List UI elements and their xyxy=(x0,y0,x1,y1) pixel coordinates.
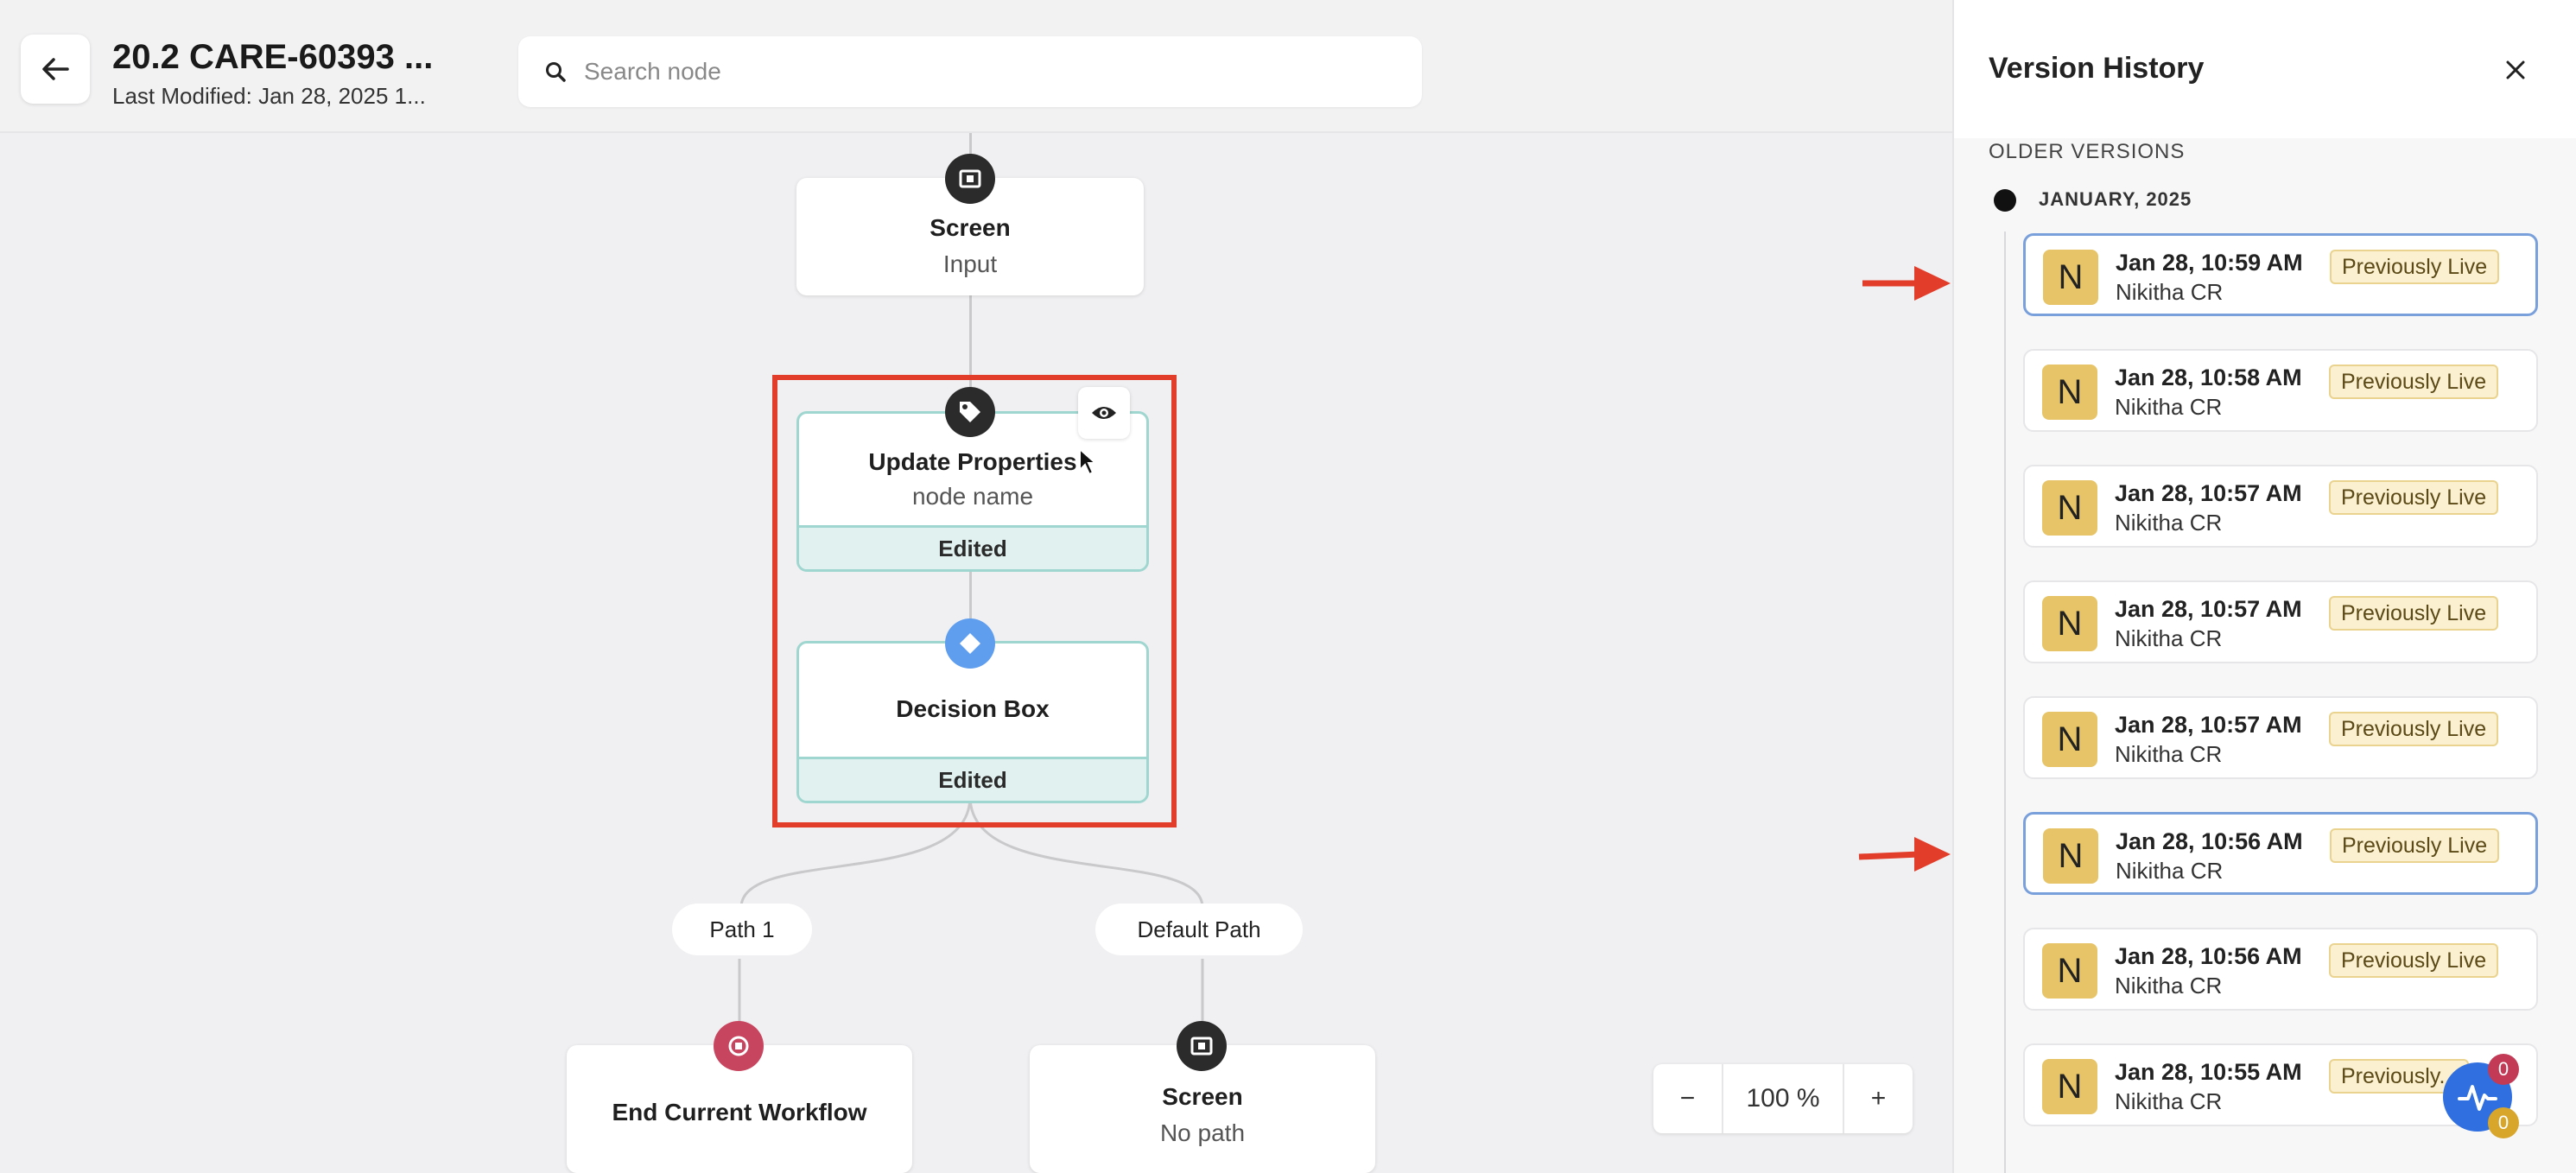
node-title: End Current Workflow xyxy=(612,1099,867,1125)
version-card[interactable]: N Jan 28, 10:57 AM Nikitha CR Previously Li… xyxy=(2023,696,2538,779)
screen-icon xyxy=(945,154,995,204)
path-label-default[interactable]: Default Path xyxy=(1095,904,1303,955)
avatar: N xyxy=(2042,1059,2097,1114)
version-author: Nikitha CR xyxy=(2116,858,2224,884)
version-author: Nikitha CR xyxy=(2115,394,2223,420)
version-timestamp: Jan 28, 10:57 AM xyxy=(2115,480,2302,506)
version-history-panel: Version History OLDER VERSIONS JANUARY, … xyxy=(1952,0,2576,1173)
avatar: N xyxy=(2042,480,2097,536)
zoom-in-button[interactable]: + xyxy=(1844,1064,1913,1133)
avatar: N xyxy=(2042,943,2097,999)
version-timestamp: Jan 28, 10:57 AM xyxy=(2115,596,2302,622)
avatar: N xyxy=(2042,596,2097,651)
version-timestamp: Jan 28, 10:59 AM xyxy=(2116,250,2303,276)
node-title: Screen xyxy=(1162,1083,1243,1110)
version-author: Nikitha CR xyxy=(2116,279,2224,305)
activity-icon xyxy=(2458,1085,2497,1111)
zoom-controls: − 100 % + xyxy=(1653,1064,1913,1133)
avatar: N xyxy=(2042,365,2097,420)
node-subtitle: Input xyxy=(942,250,998,277)
version-card[interactable]: N Jan 28, 10:56 AM Nikitha CR Previously Li… xyxy=(2023,812,2538,895)
stop-icon xyxy=(714,1021,764,1071)
workflow-title: 20.2 CARE-60393 ... xyxy=(112,38,434,76)
panel-header: Version History xyxy=(1954,0,2576,138)
panel-title: Version History xyxy=(1989,52,2205,85)
version-timestamp: Jan 28, 10:56 AM xyxy=(2115,943,2302,969)
status-badge: Previously Live xyxy=(2329,480,2499,515)
search-bar xyxy=(518,36,1422,107)
workflow-canvas[interactable]: Screen Input Update Properties node name… xyxy=(0,0,1952,1173)
timeline-dot xyxy=(1994,189,2016,212)
version-author: Nikitha CR xyxy=(2115,741,2223,767)
arrow-left-icon xyxy=(42,58,69,80)
version-timestamp: Jan 28, 10:56 AM xyxy=(2116,828,2303,854)
version-timestamp: Jan 28, 10:58 AM xyxy=(2115,365,2302,390)
version-timestamp: Jan 28, 10:57 AM xyxy=(2115,712,2302,738)
avatar: N xyxy=(2043,250,2098,305)
version-card[interactable]: N Jan 28, 10:58 AM Nikitha CR Previously Li… xyxy=(2023,349,2538,432)
close-button[interactable] xyxy=(2490,48,2541,92)
count-badge: 0 xyxy=(2488,1107,2519,1138)
version-card[interactable]: N Jan 28, 10:57 AM Nikitha CR Previously Li… xyxy=(2023,580,2538,663)
month-label: JANUARY, 2025 xyxy=(2039,188,2192,210)
status-badge: Previously Live xyxy=(2329,365,2499,399)
screen-icon xyxy=(1177,1021,1227,1071)
version-author: Nikitha CR xyxy=(2115,1088,2223,1114)
status-badge: Previously Live xyxy=(2329,712,2499,746)
zoom-level: 100 % xyxy=(1723,1064,1845,1133)
last-modified-text: Last Modified: Jan 28, 2025 1... xyxy=(112,83,426,109)
version-author: Nikitha CR xyxy=(2115,510,2223,536)
search-icon xyxy=(546,62,566,82)
top-bar: 20.2 CARE-60393 ... Last Modified: Jan 2… xyxy=(0,0,1952,133)
timeline-line xyxy=(2004,231,2006,1173)
version-author: Nikitha CR xyxy=(2115,625,2223,651)
annotation-arrow xyxy=(1858,837,1951,872)
close-icon xyxy=(2506,60,2525,79)
annotation-arrow xyxy=(1862,266,1951,301)
version-author: Nikitha CR xyxy=(2115,973,2223,999)
status-badge: Previously Live xyxy=(2330,250,2500,284)
version-card[interactable]: N Jan 28, 10:56 AM Nikitha CR Previously Li… xyxy=(2023,928,2538,1011)
avatar: N xyxy=(2042,712,2097,767)
version-card[interactable]: N Jan 28, 10:59 AM Nikitha CR Previously Li… xyxy=(2023,233,2538,316)
search-input[interactable] xyxy=(582,57,1363,86)
older-versions-label: OLDER VERSIONS xyxy=(1989,140,2186,163)
zoom-out-button[interactable]: − xyxy=(1653,1064,1723,1133)
annotation-highlight-box xyxy=(772,375,1177,827)
status-badge: Previously Live xyxy=(2330,828,2500,863)
node-subtitle: No path xyxy=(1159,1119,1246,1146)
path-label-1[interactable]: Path 1 xyxy=(672,904,812,955)
version-card[interactable]: N Jan 28, 10:57 AM Nikitha CR Previously Li… xyxy=(2023,465,2538,548)
notification-badge: 0 xyxy=(2488,1054,2519,1085)
status-badge: Previously Live xyxy=(2329,596,2499,631)
status-badge: Previously Live xyxy=(2329,943,2499,978)
version-timestamp: Jan 28, 10:55 AM xyxy=(2115,1059,2302,1085)
back-button[interactable] xyxy=(21,35,90,104)
avatar: N xyxy=(2043,828,2098,884)
node-title: Screen xyxy=(930,214,1011,241)
